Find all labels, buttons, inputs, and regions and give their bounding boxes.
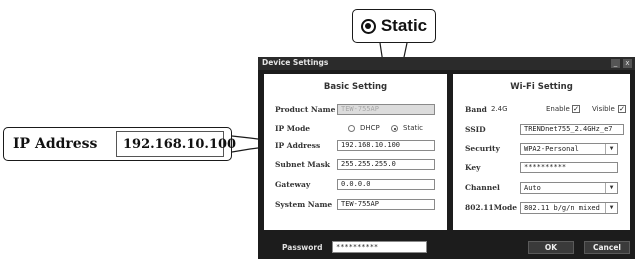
dropdown-arrow-icon: ▼: [605, 203, 617, 213]
key-input[interactable]: **********: [520, 162, 618, 173]
enable-label: Enable: [546, 105, 570, 113]
subnet-mask-input[interactable]: 255.255.255.0: [337, 159, 435, 170]
ok-button[interactable]: OK: [528, 241, 574, 254]
wifi-setting-title: Wi-Fi Setting: [510, 82, 573, 92]
dhcp-radio[interactable]: [348, 125, 355, 132]
static-radio[interactable]: [391, 125, 398, 132]
ip-callout-label: IP Address: [13, 136, 98, 152]
close-button[interactable]: x: [623, 59, 632, 68]
ip-address-callout: IP Address 192.168.10.100: [3, 127, 236, 161]
device-settings-window: Device Settings _ x Basic Setting Produc…: [258, 57, 635, 259]
enable-checkbox[interactable]: ✓: [572, 105, 580, 113]
dhcp-label: DHCP: [360, 124, 380, 132]
subnet-mask-label: Subnet Mask: [275, 160, 330, 169]
ssid-label: SSID: [465, 125, 486, 134]
dropdown-arrow-icon: ▼: [605, 183, 617, 193]
wifi-setting-panel: Wi-Fi Setting Band 2.4G Enable ✓ Visible…: [453, 74, 630, 230]
security-value: WPA2-Personal: [524, 145, 579, 153]
channel-select[interactable]: Auto ▼: [520, 182, 618, 194]
product-name-label: Product Name: [275, 105, 336, 114]
static-callout: Static: [352, 9, 436, 43]
gateway-input[interactable]: 0.0.0.0: [337, 179, 435, 190]
mode-value: 802.11 b/g/n mixed: [524, 204, 600, 212]
ip-callout-value: 192.168.10.100: [116, 131, 236, 157]
ip-mode-label: IP Mode: [275, 124, 311, 133]
basic-setting-title: Basic Setting: [323, 82, 388, 92]
ssid-input[interactable]: TRENDnet755_2.4GHz_e7: [520, 124, 624, 135]
channel-label: Channel: [465, 183, 500, 192]
password-label: Password: [282, 243, 323, 252]
band-value: 2.4G: [491, 105, 508, 113]
system-name-label: System Name: [275, 200, 333, 209]
minimize-button[interactable]: _: [611, 59, 620, 68]
product-name-field: TEW-755AP: [337, 104, 435, 115]
band-label: Band: [465, 105, 487, 114]
password-input[interactable]: **********: [332, 241, 427, 253]
static-label: Static: [403, 124, 424, 132]
basic-setting-panel: Basic Setting Product Name TEW-755AP IP …: [264, 74, 447, 230]
dropdown-arrow-icon: ▼: [605, 144, 617, 154]
ip-address-label: IP Address: [275, 141, 321, 150]
static-callout-label: Static: [380, 16, 428, 35]
channel-value: Auto: [524, 184, 541, 192]
radio-selected-icon: [360, 18, 376, 34]
ip-address-input[interactable]: 192.168.10.100: [337, 140, 435, 151]
key-label: Key: [465, 163, 481, 172]
window-title: Device Settings: [262, 58, 329, 67]
visible-label: Visible: [592, 105, 615, 113]
system-name-input[interactable]: TEW-755AP: [337, 199, 435, 210]
mode-label: 802.11Mode: [465, 203, 518, 212]
visible-checkbox[interactable]: ✓: [618, 105, 626, 113]
gateway-label: Gateway: [275, 180, 311, 189]
mode-select[interactable]: 802.11 b/g/n mixed ▼: [520, 202, 618, 214]
security-select[interactable]: WPA2-Personal ▼: [520, 143, 618, 155]
cancel-button[interactable]: Cancel: [584, 241, 630, 254]
security-label: Security: [465, 144, 500, 153]
title-bar: Device Settings _ x: [258, 57, 635, 70]
